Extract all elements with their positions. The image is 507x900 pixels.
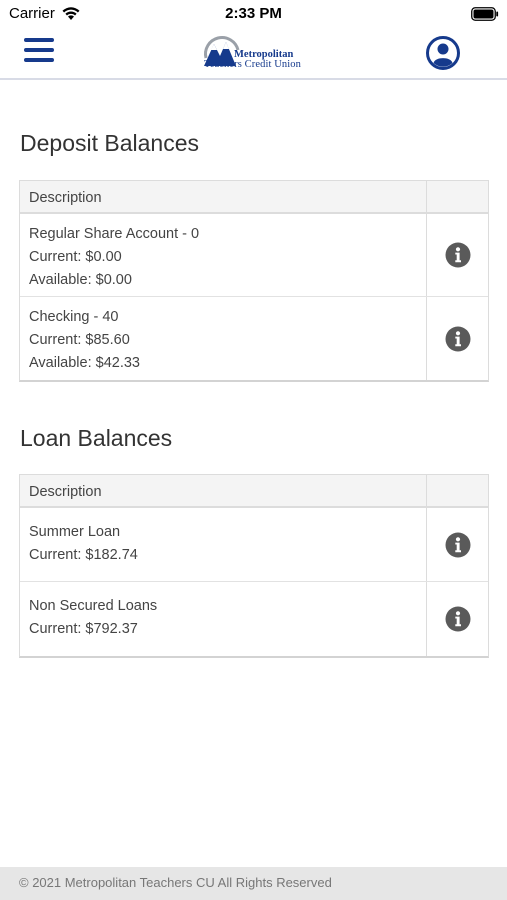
info-cell	[427, 214, 488, 296]
copyright-text: © 2021 Metropolitan Teachers CU All Righ…	[19, 875, 332, 890]
credit-union-logo: Metropolitan Teachers Credit Union	[200, 28, 320, 78]
info-cell	[427, 508, 488, 581]
current-balance: Current: $0.00	[29, 249, 122, 265]
available-balance: Available: $0.00	[29, 272, 132, 288]
loan-balances-table: Description Summer Loan Current: $182.74…	[19, 474, 489, 658]
current-balance: Current: $182.74	[29, 547, 138, 563]
logo-line-2: Teachers Credit Union	[204, 59, 301, 70]
table-header: Description	[20, 475, 488, 508]
battery-icon	[471, 7, 499, 21]
loan-description: Non Secured Loans Current: $792.37	[20, 582, 427, 656]
available-balance: Available: $42.33	[29, 355, 140, 371]
user-profile-icon[interactable]	[425, 35, 461, 71]
description-column-header: Description	[20, 475, 427, 506]
info-icon[interactable]	[445, 532, 471, 558]
account-name: Regular Share Account - 0	[29, 226, 200, 242]
deposit-balances-table: Description Regular Share Account - 0 Cu…	[19, 180, 489, 382]
hamburger-menu-icon[interactable]	[24, 37, 54, 63]
description-column-header: Description	[20, 181, 427, 212]
logo-wordmark: Metropolitan Teachers Credit Union	[204, 49, 301, 70]
info-cell	[427, 297, 488, 380]
status-bar: Carrier 2:33 PM	[0, 0, 507, 28]
loan-name: Non Secured Loans	[29, 598, 158, 614]
info-icon[interactable]	[445, 242, 471, 268]
table-row[interactable]: Checking - 40 Current: $85.60 Available:…	[20, 297, 488, 380]
deposit-balances-title: Deposit Balances	[20, 130, 199, 156]
table-header: Description	[20, 181, 488, 214]
info-column-header	[427, 181, 488, 212]
current-balance: Current: $85.60	[29, 332, 130, 348]
account-description: Regular Share Account - 0 Current: $0.00…	[20, 214, 427, 296]
page-footer: © 2021 Metropolitan Teachers CU All Righ…	[0, 867, 507, 900]
current-balance: Current: $792.37	[29, 621, 138, 637]
loan-name: Summer Loan	[29, 524, 121, 540]
loan-description: Summer Loan Current: $182.74	[20, 508, 427, 581]
account-name: Checking - 40	[29, 309, 119, 325]
loan-balances-title: Loan Balances	[20, 425, 173, 451]
table-row[interactable]: Regular Share Account - 0 Current: $0.00…	[20, 214, 488, 297]
app-header: Metropolitan Teachers Credit Union	[0, 28, 507, 80]
account-description: Checking - 40 Current: $85.60 Available:…	[20, 297, 427, 380]
table-row[interactable]: Summer Loan Current: $182.74	[20, 508, 488, 582]
info-column-header	[427, 475, 488, 506]
info-icon[interactable]	[445, 326, 471, 352]
info-cell	[427, 582, 488, 656]
info-icon[interactable]	[445, 606, 471, 632]
clock-time: 2:33 PM	[225, 5, 282, 22]
table-row[interactable]: Non Secured Loans Current: $792.37	[20, 582, 488, 656]
